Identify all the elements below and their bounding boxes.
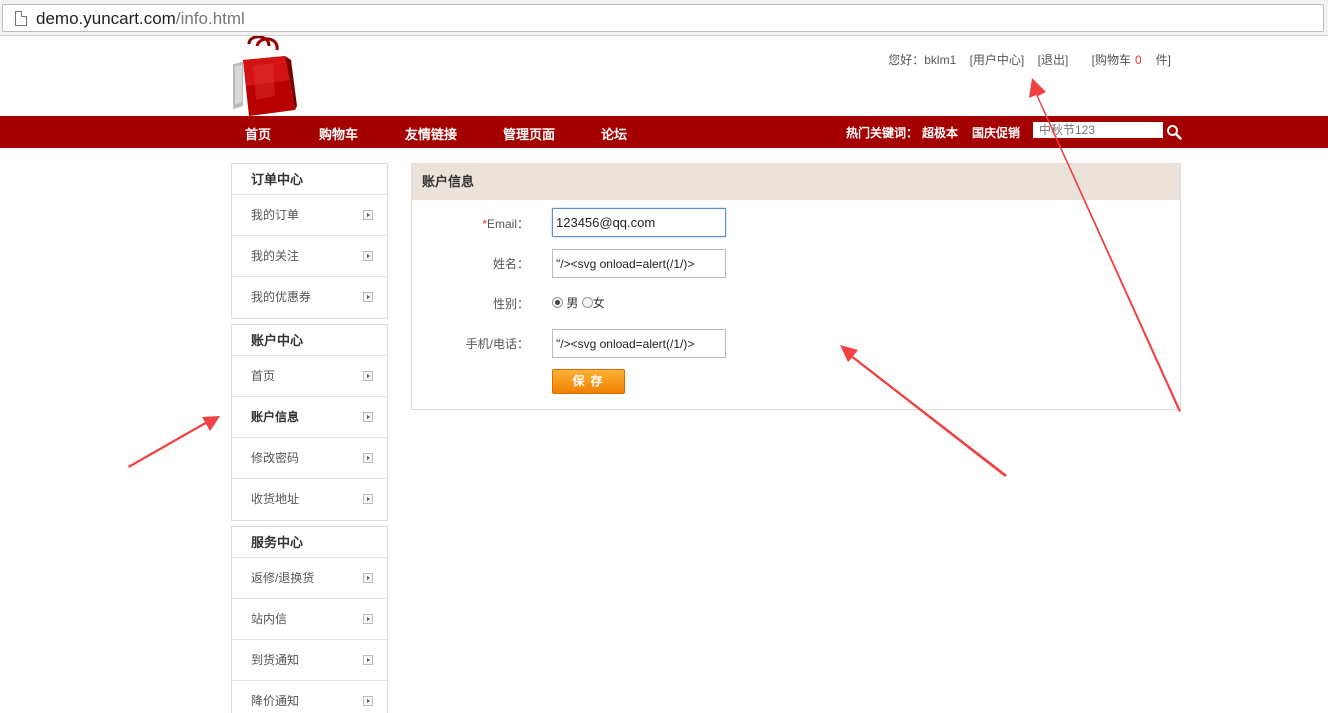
sidebar-item-my-follows[interactable]: 我的关注 [232,236,387,277]
email-field[interactable] [552,208,726,237]
cart-count: 0 [1134,53,1142,67]
phone-label: 手机/电话： [465,337,529,351]
arrow-right-icon [363,210,373,220]
arrow-right-icon [363,696,373,706]
arrow-right-icon [363,251,373,261]
hot-keyword-link[interactable]: 超极本 [922,124,958,141]
gender-label: 性别： [492,297,529,311]
sidebar-item-label: 修改密码 [251,451,300,465]
url-path: /info.html [175,9,245,28]
sidebar-item-label: 首页 [251,369,276,383]
arrow-right-icon [363,453,373,463]
gender-radio-group: 男 女 [552,294,605,311]
shopping-bag-logo-icon[interactable] [229,35,299,116]
cart-link[interactable]: [购物车 0 件] [1082,53,1171,67]
sidebar-group-title: 服务中心 [232,527,387,558]
cart-prefix: [购物车 [1091,53,1131,67]
gender-male-radio[interactable] [552,297,563,308]
account-info-panel: 账户信息 *Email： 姓名： 性别： 男 女 手机/电话： 保存 [411,163,1181,410]
sidebar-item-change-password[interactable]: 修改密码 [232,438,387,479]
logout-link[interactable]: [退出] [1038,53,1069,67]
phone-field[interactable] [552,329,726,358]
nav-item-friend-links[interactable]: 友情链接 [405,124,457,143]
sidebar-item-label: 返修/退换货 [251,571,315,585]
arrow-right-icon [363,573,373,583]
greeting-text: 您好：bklm1 [888,53,957,67]
browser-address-bar: demo.yuncart.com/info.html [0,0,1328,36]
nav-item-admin[interactable]: 管理页面 [503,124,555,143]
sidebar-item-my-orders[interactable]: 我的订单 [232,195,387,236]
sidebar-item-label: 到货通知 [251,653,300,667]
sidebar-item-label: 账户信息 [251,410,300,424]
sidebar-group-orders: 订单中心 我的订单 我的关注 我的优惠券 [231,163,388,319]
gender-male-label: 男 [566,296,579,310]
save-button[interactable]: 保存 [552,369,625,394]
sidebar-group-title: 订单中心 [232,164,387,195]
user-center-link[interactable]: [用户中心] [970,53,1025,67]
arrow-right-icon [363,371,373,381]
sidebar-group-account: 账户中心 首页 账户信息 修改密码 收货地址 [231,324,388,521]
sidebar-item-label: 收货地址 [251,492,300,506]
email-label: *Email： [412,215,529,232]
sidebar-item-label: 我的关注 [251,249,300,263]
arrow-right-icon [363,655,373,665]
sidebar-item-arrival-notice[interactable]: 到货通知 [232,640,387,681]
sidebar-item-label: 降价通知 [251,694,300,708]
sidebar-item-my-coupons[interactable]: 我的优惠券 [232,277,387,318]
search-input[interactable] [1033,122,1163,138]
nav-item-home[interactable]: 首页 [245,124,271,143]
email-label-text: Email： [486,217,529,231]
sidebar-item-address[interactable]: 收货地址 [232,479,387,520]
sidebar-item-label: 我的优惠券 [251,290,312,304]
top-user-links: 您好：bklm1 [用户中心] [退出] [购物车 0 件] [878,51,1171,68]
search-icon[interactable] [1166,124,1182,140]
url-host: demo.yuncart.com [36,9,176,28]
sidebar-group-title: 账户中心 [232,325,387,356]
arrow-right-icon [363,614,373,624]
cart-suffix: 件] [1155,53,1171,67]
name-label: 姓名： [492,257,529,271]
page-icon [15,11,27,26]
gender-female-radio[interactable] [581,297,593,308]
sidebar-item-returns[interactable]: 返修/退换货 [232,558,387,599]
nav-item-cart[interactable]: 购物车 [319,124,358,143]
annotation-arrow-icon [128,416,220,468]
sidebar-item-label: 我的订单 [251,208,300,222]
hot-keyword-link[interactable]: 国庆促销 [972,124,1020,141]
sidebar-item-account-home[interactable]: 首页 [232,356,387,397]
hot-keywords-label: 热门关键词： [846,126,919,140]
panel-title: 账户信息 [412,164,1180,200]
sidebar-item-messages[interactable]: 站内信 [232,599,387,640]
arrow-right-icon [363,292,373,302]
arrow-right-icon [363,494,373,504]
url-text: demo.yuncart.com/info.html [36,9,245,29]
url-field[interactable]: demo.yuncart.com/info.html [2,4,1324,32]
name-field[interactable] [552,249,726,278]
sidebar-item-price-drop[interactable]: 降价通知 [232,681,387,713]
sidebar-item-label: 站内信 [251,612,288,626]
gender-female-label: 女 [592,296,605,310]
sidebar-item-account-info[interactable]: 账户信息 [232,397,387,438]
sidebar-group-service: 服务中心 返修/退换货 站内信 到货通知 降价通知 [231,526,388,713]
nav-item-forum[interactable]: 论坛 [601,124,627,143]
arrow-right-icon [363,412,373,422]
